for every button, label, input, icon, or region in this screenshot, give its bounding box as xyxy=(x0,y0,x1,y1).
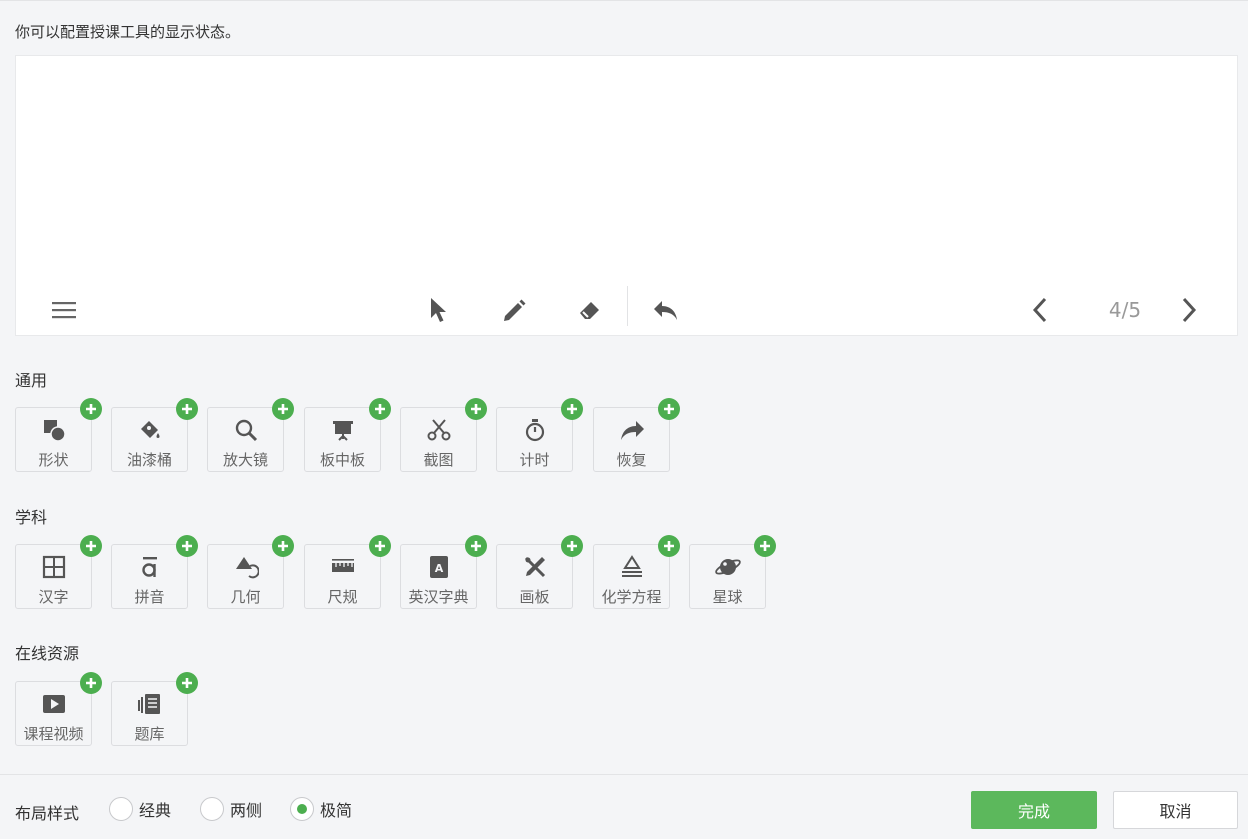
scissors-icon xyxy=(401,417,476,443)
tool-chemistry[interactable]: 化学方程 xyxy=(593,535,680,609)
pinyin-icon xyxy=(112,554,187,580)
add-tool-button[interactable] xyxy=(561,398,583,420)
ruler-icon xyxy=(305,554,380,580)
tool-magnifier[interactable]: 放大镜 xyxy=(207,398,294,472)
dictionary-icon: A xyxy=(401,554,476,580)
tool-board[interactable]: 板中板 xyxy=(304,398,391,472)
add-tool-button[interactable] xyxy=(80,398,102,420)
add-tool-button[interactable] xyxy=(658,398,680,420)
shape-icon xyxy=(16,417,91,443)
add-tool-button[interactable] xyxy=(176,672,198,694)
add-tool-button[interactable] xyxy=(658,535,680,557)
video-icon xyxy=(16,691,91,717)
stopwatch-icon xyxy=(497,417,572,443)
add-tool-button[interactable] xyxy=(272,535,294,557)
tool-ruler[interactable]: 尺规 xyxy=(304,535,391,609)
tool-shape[interactable]: 形状 xyxy=(15,398,102,472)
add-tool-button[interactable] xyxy=(80,535,102,557)
add-tool-button[interactable] xyxy=(465,398,487,420)
menu-icon[interactable] xyxy=(46,292,82,328)
add-tool-button[interactable] xyxy=(176,398,198,420)
tool-planet[interactable]: 星球 xyxy=(689,535,776,609)
eraser-icon[interactable] xyxy=(572,292,608,328)
tool-dictionary[interactable]: A 英汉字典 xyxy=(400,535,487,609)
geometry-icon xyxy=(208,554,283,580)
radio-two-sides[interactable]: 两侧 xyxy=(200,797,262,821)
section-title-online: 在线资源 xyxy=(15,644,80,663)
magnifier-icon xyxy=(208,417,283,443)
next-page-icon[interactable] xyxy=(1171,292,1207,328)
paint-bucket-icon xyxy=(112,417,187,443)
intro-text: 你可以配置授课工具的显示状态。 xyxy=(15,23,241,41)
radio-circle[interactable] xyxy=(200,797,224,821)
layout-style-label: 布局样式 xyxy=(15,804,80,823)
section-title-general: 通用 xyxy=(15,371,48,390)
cancel-button[interactable]: 取消 xyxy=(1113,791,1238,829)
toolbar-preview: 4/5 xyxy=(15,55,1238,336)
previous-page-icon[interactable] xyxy=(1022,292,1058,328)
done-button[interactable]: 完成 xyxy=(971,791,1097,829)
tool-geometry[interactable]: 几何 xyxy=(207,535,294,609)
add-tool-button[interactable] xyxy=(369,398,391,420)
chemistry-icon xyxy=(594,554,669,580)
add-tool-button[interactable] xyxy=(561,535,583,557)
redo-icon xyxy=(594,417,669,443)
add-tool-button[interactable] xyxy=(176,535,198,557)
add-tool-button[interactable] xyxy=(369,535,391,557)
tool-pinyin[interactable]: 拼音 xyxy=(111,535,198,609)
drawing-board-icon xyxy=(497,554,572,580)
pen-icon[interactable] xyxy=(496,292,532,328)
add-tool-button[interactable] xyxy=(465,535,487,557)
radio-circle[interactable] xyxy=(109,797,133,821)
tool-question-bank[interactable]: 题库 xyxy=(111,672,198,746)
pointer-icon[interactable] xyxy=(421,292,457,328)
hanzi-grid-icon xyxy=(16,554,91,580)
tool-hanzi[interactable]: 汉字 xyxy=(15,535,102,609)
tool-drawing-board[interactable]: 画板 xyxy=(496,535,583,609)
board-icon xyxy=(305,417,380,443)
tool-course-video[interactable]: 课程视频 xyxy=(15,672,102,746)
radio-dot xyxy=(297,804,307,814)
add-tool-button[interactable] xyxy=(272,398,294,420)
tool-timer[interactable]: 计时 xyxy=(496,398,583,472)
undo-icon[interactable] xyxy=(648,292,684,328)
radio-classic[interactable]: 经典 xyxy=(109,797,171,821)
add-tool-button[interactable] xyxy=(754,535,776,557)
add-tool-button[interactable] xyxy=(80,672,102,694)
radio-circle-selected[interactable] xyxy=(290,797,314,821)
section-title-subject: 学科 xyxy=(15,508,48,527)
page-indicator: 4/5 xyxy=(1108,298,1142,322)
svg-text:A: A xyxy=(434,562,443,575)
planet-icon xyxy=(690,554,765,580)
question-bank-icon xyxy=(112,691,187,717)
tool-screenshot[interactable]: 截图 xyxy=(400,398,487,472)
radio-minimal[interactable]: 极简 xyxy=(290,797,352,821)
footer-divider xyxy=(0,774,1248,775)
toolbar-divider xyxy=(627,286,628,326)
tool-paint-bucket[interactable]: 油漆桶 xyxy=(111,398,198,472)
tool-redo[interactable]: 恢复 xyxy=(593,398,680,472)
